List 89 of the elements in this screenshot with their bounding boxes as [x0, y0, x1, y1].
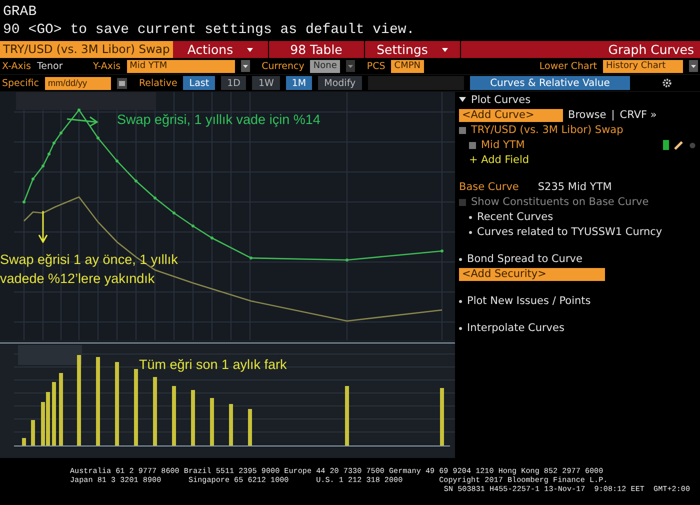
add-field-link[interactable]: + Add Field	[469, 154, 530, 166]
bar	[210, 398, 214, 446]
checkbox-label: Show Constituents on Base Curve	[471, 196, 649, 208]
data-point	[22, 200, 26, 204]
bullet-icon	[459, 300, 462, 302]
bullet-icon	[459, 326, 462, 330]
data-point	[250, 256, 252, 260]
data-point	[52, 142, 56, 144]
bullet-icon	[459, 258, 462, 260]
section-title[interactable]: Bond Spread to Curve	[467, 253, 582, 265]
chart-annotation: Tüm eğri son 1 aylık fark	[139, 357, 287, 372]
section-title[interactable]: Plot Curves	[471, 94, 531, 106]
bar	[31, 420, 35, 446]
bar	[22, 438, 26, 446]
data-point	[154, 196, 156, 200]
period-button[interactable]: 1M	[286, 76, 312, 90]
pcs-field[interactable]: CMPN	[391, 60, 424, 72]
bar	[248, 409, 252, 446]
section-title[interactable]: Interpolate Curves	[467, 322, 564, 334]
curve-name: TRY/USD (vs. 3M Libor) Swap	[471, 124, 624, 136]
bar	[191, 390, 195, 446]
caret-icon	[247, 48, 254, 52]
lower-chart-label: Lower Chart	[539, 60, 597, 72]
bar	[52, 382, 56, 446]
bullet-icon	[469, 216, 472, 218]
bar	[153, 377, 157, 446]
settings-icon[interactable]	[662, 78, 672, 88]
field-checkbox[interactable]	[469, 142, 476, 148]
caret-icon	[442, 48, 448, 52]
data-point	[32, 178, 34, 180]
chart-annotation: Swap eğrisi, 1 yıllık vade için %14	[117, 112, 320, 127]
section-title[interactable]: Plot New Issues / Points	[467, 295, 591, 307]
curve-link[interactable]: Curves related to TYUSSW1 Curncy	[477, 226, 662, 238]
constituents-checkbox[interactable]	[459, 198, 466, 206]
bar	[440, 388, 444, 446]
data-point	[210, 236, 214, 240]
data-point	[134, 180, 138, 182]
bar	[345, 386, 349, 446]
dropdown-icon[interactable]	[240, 60, 250, 72]
calendar-icon[interactable]	[116, 78, 127, 88]
y-axis-label: Y-Axis	[92, 60, 121, 72]
bar	[172, 386, 176, 446]
base-curve-value: S235 Mid YTM	[538, 181, 612, 193]
panel-tab[interactable]: Curves & Relative Value	[470, 76, 630, 90]
currency-label: Currency	[262, 60, 304, 72]
add-security-field[interactable]: <Add Security>	[459, 268, 605, 280]
x-axis-value: Tenor	[36, 60, 64, 72]
crvf-link[interactable]: CRVF »	[620, 109, 657, 121]
base-curve-label: Base Curve	[459, 181, 519, 193]
arrow-icon	[66, 115, 100, 127]
specific-label: Specific	[2, 78, 39, 88]
period-button[interactable]: Modify	[318, 76, 362, 90]
data-point	[78, 108, 80, 112]
data-point	[48, 152, 50, 156]
bullet-icon	[469, 230, 472, 234]
relative-label: Relative	[138, 78, 178, 88]
data-point	[440, 250, 444, 252]
data-point	[60, 132, 62, 134]
data-point	[96, 136, 100, 140]
color-swatch[interactable]	[663, 140, 669, 150]
curve-link[interactable]: Recent Curves	[477, 211, 554, 223]
function-title: Graph Curves	[608, 42, 695, 57]
browse-link[interactable]: Browse	[568, 109, 606, 121]
data-point	[42, 164, 44, 168]
security-name: TRY/USD (vs. 3M Libor) Swap	[0, 41, 173, 58]
data-point	[346, 258, 348, 262]
bar	[229, 404, 233, 446]
dropdown-icon[interactable]	[346, 60, 355, 72]
chart-annotation: vadede %12’lere yakındık	[0, 270, 156, 288]
command-line: GRAB	[3, 3, 38, 21]
period-button[interactable]: Last	[183, 76, 216, 90]
date-field[interactable]: mm/dd/yy	[44, 76, 111, 90]
expand-icon[interactable]	[459, 97, 466, 103]
y-axis-dropdown[interactable]: Mid YTM	[126, 60, 235, 72]
data-point	[192, 224, 194, 228]
command-line: 90 <GO> to save current settings as default view.	[3, 21, 416, 39]
period-button[interactable]: 1D	[221, 76, 246, 90]
data-point	[172, 212, 176, 214]
pcs-label: PCS	[366, 60, 386, 72]
curve-checkbox[interactable]	[459, 126, 466, 134]
field-name: Mid YTM	[481, 139, 525, 151]
period-button[interactable]: 1W	[252, 76, 280, 90]
arrow-icon	[38, 211, 48, 243]
pencil-icon[interactable]	[674, 140, 684, 150]
data-point	[116, 160, 118, 162]
add-curve-field[interactable]: <Add Curve>	[459, 108, 563, 122]
lower-chart-dropdown[interactable]: History Chart	[603, 60, 683, 72]
x-axis-label: X-Axis	[2, 60, 31, 72]
separator: |	[611, 109, 615, 121]
